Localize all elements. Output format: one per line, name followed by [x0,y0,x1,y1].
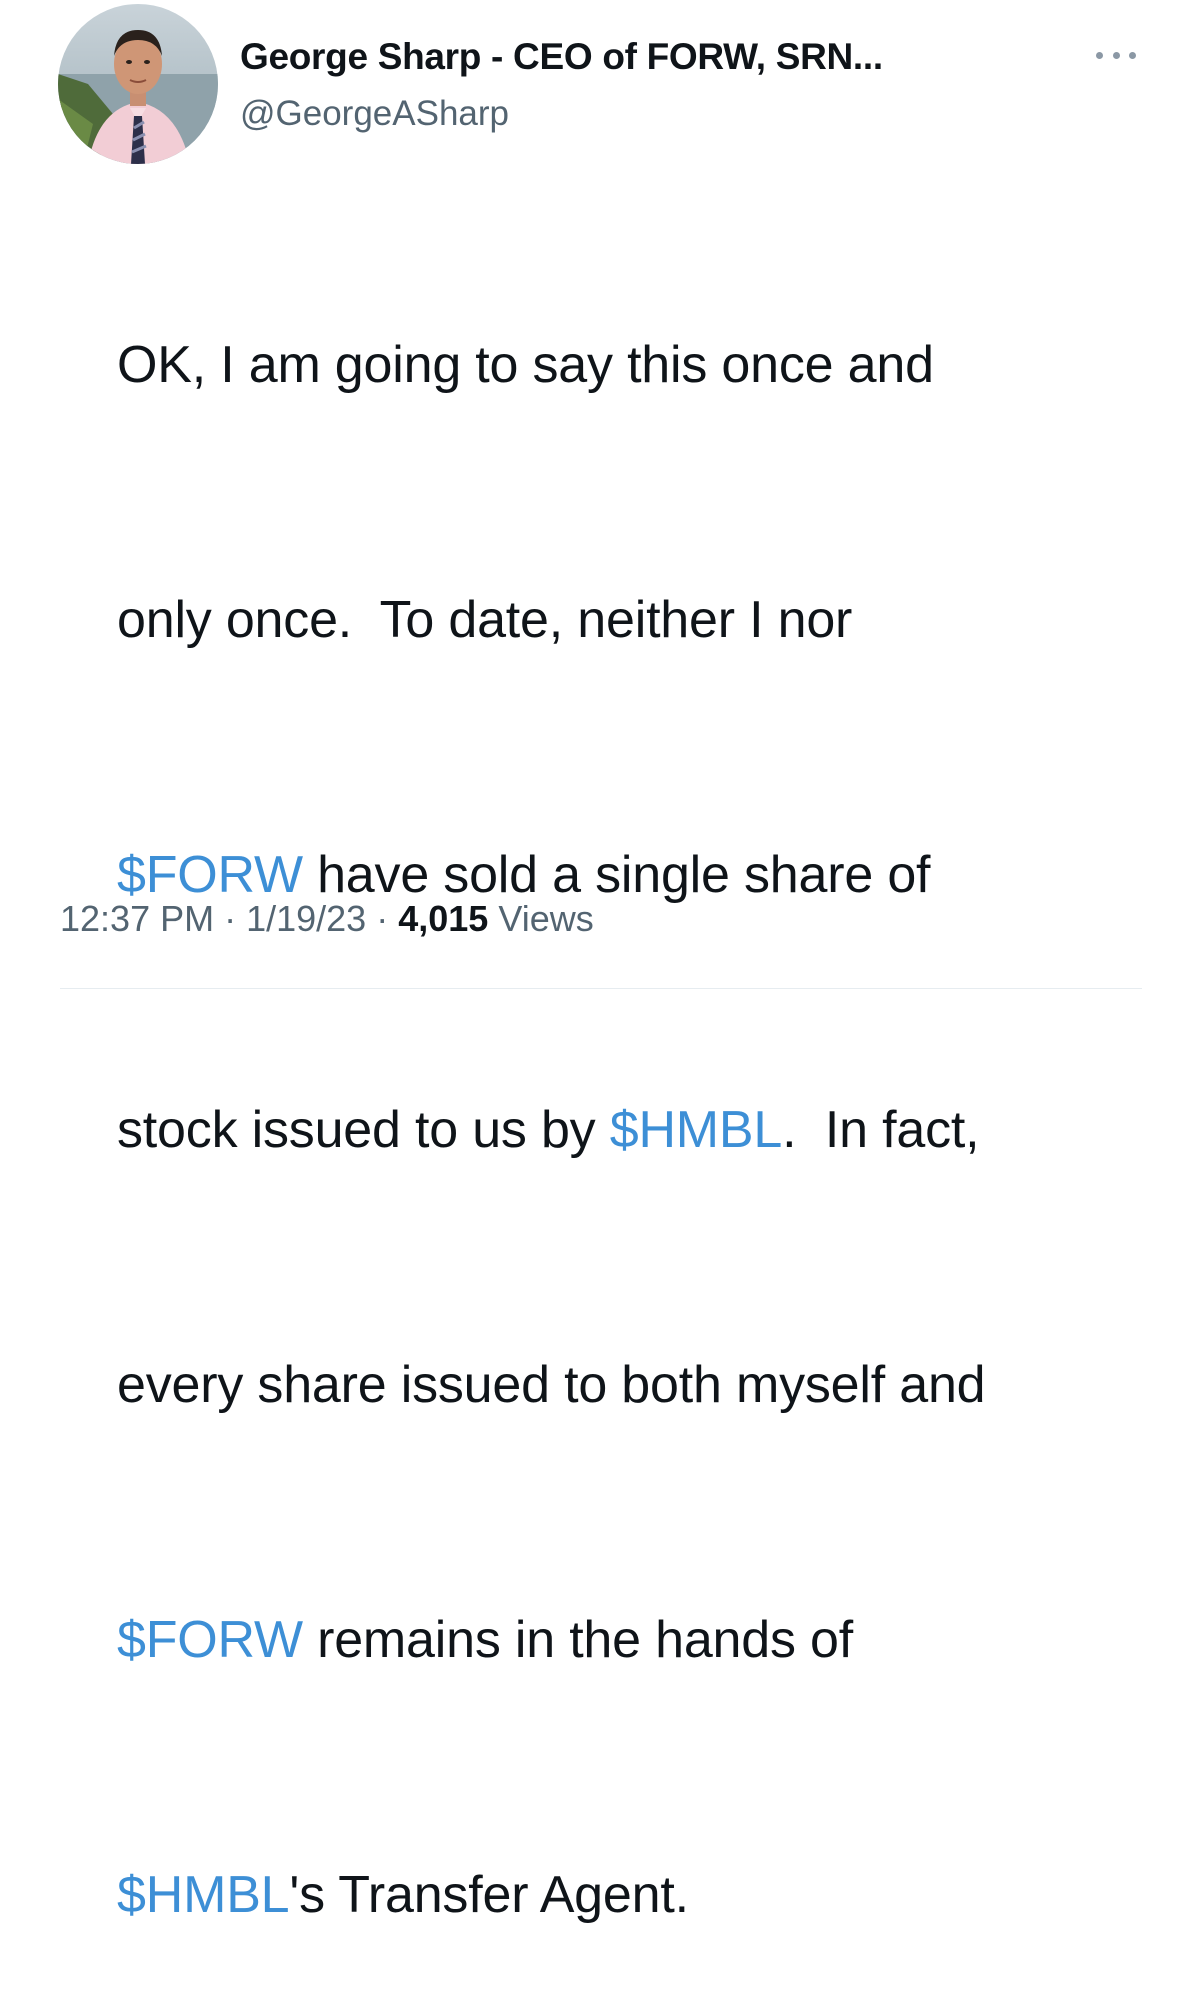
more-horizontal-icon-dot [1129,51,1136,59]
author-display-name[interactable]: George Sharp - CEO of FORW, SRN... [240,36,883,78]
cashtag-link-hmbl[interactable]: $HMBL [117,1866,290,1924]
tweet-text-segment: every share issued to both myself and [117,1356,986,1414]
tweet-line: $FORW remains in the hands of [60,1513,1170,1768]
tweet-text-segment: 's Transfer Agent. [289,1866,689,1924]
tweet-time[interactable]: 12:37 PM [60,898,214,939]
tweet-line: $HMBL's Transfer Agent. [60,1768,1170,1990]
divider [60,988,1142,989]
cashtag-link-forw[interactable]: $FORW [117,846,303,904]
avatar-photo [58,4,218,164]
tweet-text-segment: stock issued to us by [117,1101,610,1159]
tweet-meta: 12:37 PM · 1/19/23 · 4,015 Views [60,898,594,940]
avatar[interactable] [58,4,218,164]
more-horizontal-icon [1096,51,1103,59]
tweet-text: OK, I am going to say this once and only… [60,238,1170,1990]
views-label: Views [498,898,594,939]
tweet-line: stock issued to us by $HMBL. In fact, [60,1003,1170,1258]
tweet-text-segment: OK, I am going to say this once and [117,336,934,394]
more-horizontal-icon-dot [1112,51,1120,59]
meta-separator: · [376,898,389,939]
more-options-button[interactable] [1096,40,1136,70]
cashtag-link-hmbl[interactable]: $HMBL [610,1101,783,1159]
tweet-line: every share issued to both myself and [60,1258,1170,1513]
tweet-text-segment: remains in the hands of [302,1611,854,1669]
tweet-date[interactable]: 1/19/23 [246,898,366,939]
tweet-line: only once. To date, neither I nor [60,493,1170,748]
tweet-text-segment: . In fact, [782,1101,980,1159]
tweet-text-segment: only once. To date, neither I nor [117,591,853,649]
meta-separator: · [224,898,237,939]
cashtag-link-forw[interactable]: $FORW [117,1611,303,1669]
tweet-line: OK, I am going to say this once and [60,238,1170,493]
tweet-text-segment: have sold a single share of [302,846,931,904]
view-count: 4,015 [398,898,489,939]
author-handle[interactable]: @GeorgeASharp [240,94,509,134]
tweet-line: $FORW have sold a single share of [60,748,1170,1003]
